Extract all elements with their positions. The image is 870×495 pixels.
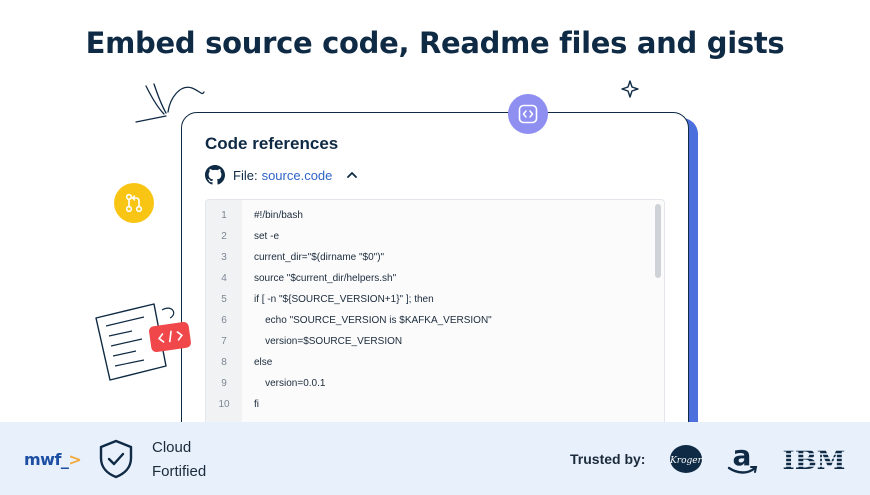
trusted-by-label: Trusted by:	[570, 451, 646, 467]
code-line: 9 version=0.0.1	[206, 373, 646, 394]
code-line: 5 if [ -n "${SOURCE_VERSION+1}" ]; then	[206, 289, 646, 310]
line-number: 9	[221, 378, 227, 389]
kroger-logo-text: Kroger	[669, 456, 703, 466]
code-text: #!/bin/bash	[254, 210, 303, 221]
amazon-logo: a	[727, 440, 758, 474]
code-text: version=$SOURCE_VERSION	[254, 336, 403, 347]
file-link[interactable]: source.code	[262, 168, 333, 183]
code-text: else	[254, 357, 273, 368]
code-text: echo "SOURCE_VERSION is $KAFKA_VERSION"	[254, 315, 492, 326]
line-number: 10	[218, 399, 230, 410]
line-number: 2	[221, 231, 227, 242]
line-number: 7	[221, 336, 227, 347]
line-number: 6	[221, 315, 227, 326]
code-text: source "$current_dir/helpers.sh"	[254, 273, 397, 284]
code-line: 4 source "$current_dir/helpers.sh"	[206, 268, 646, 289]
cloud-fortified-label: Cloud Fortified	[152, 436, 206, 484]
logo-accent: >	[68, 450, 82, 469]
scrollbar-thumb[interactable]	[655, 204, 661, 278]
footer-bar: mwf_> Cloud Fortified Trusted by: Kroger…	[0, 422, 870, 495]
cloud-line-1: Cloud	[152, 439, 192, 456]
code-line: 6 echo "SOURCE_VERSION is $KAFKA_VERSION…	[206, 310, 646, 331]
code-line: 7 version=$SOURCE_VERSION	[206, 331, 646, 352]
code-viewer[interactable]: 1 #!/bin/bash 2 set -e 3 current_dir="$(…	[205, 199, 665, 439]
card-title: Code references	[205, 134, 339, 153]
amazon-logo-text: a	[733, 440, 752, 472]
code-line: 8 else	[206, 352, 646, 373]
code-text: version=0.0.1	[254, 378, 326, 389]
line-number: 8	[221, 357, 227, 368]
code-line: 2 set -e	[206, 226, 646, 247]
code-text: current_dir="$(dirname "$0")"	[254, 252, 385, 263]
code-line: 3 current_dir="$(dirname "$0")"	[206, 247, 646, 268]
page-headline: Embed source code, Readme files and gist…	[85, 26, 785, 60]
git-pull-request-icon	[114, 183, 154, 223]
github-icon	[205, 165, 225, 185]
code-line: 10 fi	[206, 394, 646, 415]
cloud-line-2: Fortified	[152, 463, 207, 480]
ibm-logo: IBM	[780, 446, 848, 473]
document-code-illustration-icon	[95, 303, 191, 381]
line-number: 3	[221, 252, 227, 263]
code-text: set -e	[254, 231, 280, 242]
mwf-logo[interactable]: mwf_>	[24, 450, 82, 469]
line-number: 4	[221, 273, 227, 284]
line-number: 5	[221, 294, 227, 305]
code-embed-icon	[508, 94, 548, 134]
code-text: if [ -n "${SOURCE_VERSION+1}" ]; then	[254, 294, 434, 305]
shield-check-icon	[99, 439, 133, 479]
chevron-up-icon[interactable]	[346, 169, 358, 181]
sparkle-icon	[621, 80, 639, 98]
file-row[interactable]: File: source.code	[205, 164, 358, 186]
logo-text: mwf_	[24, 450, 69, 469]
code-reference-card: Code references File: source.code 1 #!/b…	[181, 112, 689, 442]
file-label: File:	[233, 167, 258, 183]
line-number: 1	[221, 210, 227, 221]
code-text: fi	[254, 399, 259, 410]
kroger-logo: Kroger	[669, 445, 703, 473]
code-line: 1 #!/bin/bash	[206, 205, 646, 226]
